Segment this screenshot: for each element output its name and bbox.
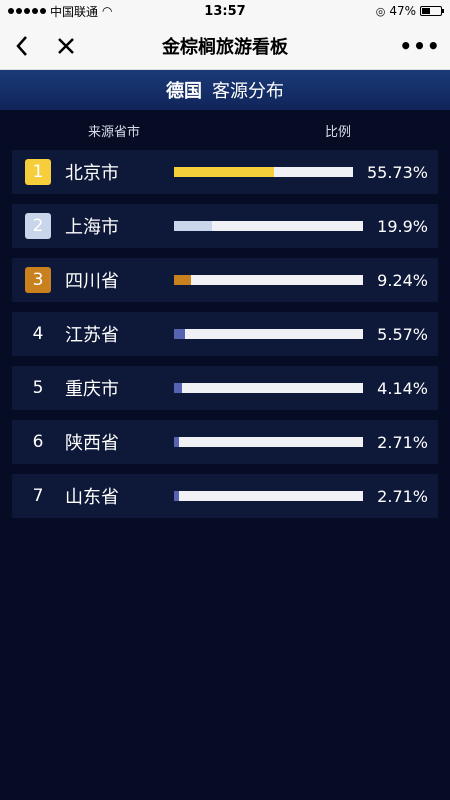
close-icon <box>58 37 74 54</box>
signal-icon <box>8 8 46 14</box>
city-name: 上海市 <box>65 217 119 238</box>
city-name: 四川省 <box>65 271 119 292</box>
rank-badge: 5 <box>32 378 44 398</box>
more-button[interactable]: ••• <box>398 24 442 68</box>
city-name: 江苏省 <box>65 325 119 346</box>
ratio-value: 2.71% <box>377 432 428 452</box>
section-header: 德国 客源分布 <box>0 70 450 110</box>
rank-badge: 4 <box>32 324 44 344</box>
rank-badge: 1 <box>25 159 51 185</box>
ratio-bar <box>174 383 363 393</box>
city-name: 重庆市 <box>65 379 119 400</box>
ratio-value: 19.9% <box>377 216 428 236</box>
rank-badge: 2 <box>25 213 51 239</box>
more-icon: ••• <box>399 33 441 58</box>
ratio-value: 5.57% <box>377 324 428 344</box>
status-bar: 中国联通 ◠ 13:57 ◎ 47% <box>0 0 450 22</box>
nav-bar: 金棕榈旅游看板 ••• <box>0 22 450 70</box>
ratio-bar-fill <box>174 491 180 501</box>
ratio-value: 4.14% <box>377 378 428 398</box>
city-name: 北京市 <box>65 163 119 184</box>
ratio-bar-fill <box>174 275 192 285</box>
orientation-lock-icon: ◎ <box>375 4 386 18</box>
chevron-left-icon <box>16 35 27 56</box>
ratio-bar <box>174 167 353 177</box>
wifi-icon: ◠ <box>102 4 113 18</box>
ratio-value: 2.71% <box>377 486 428 506</box>
column-source: 来源省市 <box>88 124 141 140</box>
ratio-bar-fill <box>174 437 180 447</box>
column-ratio: 比例 <box>325 124 352 140</box>
ratio-value: 55.73% <box>366 162 428 182</box>
city-name: 陕西省 <box>65 433 119 454</box>
ratio-value: 9.24% <box>377 270 428 290</box>
ratio-bar <box>174 491 363 501</box>
list-item[interactable]: 4 江苏省 5.57% <box>12 312 438 356</box>
ratio-bar <box>174 437 363 447</box>
status-left: 中国联通 ◠ <box>8 3 113 20</box>
ratio-bar-fill <box>174 221 212 231</box>
ratio-bar <box>174 221 363 231</box>
list-item[interactable]: 7 山东省 2.71% <box>12 474 438 518</box>
rank-badge: 3 <box>25 267 51 293</box>
list-item[interactable]: 1 北京市 55.73% <box>12 150 438 194</box>
ratio-bar <box>174 275 363 285</box>
rank-badge: 7 <box>32 486 44 506</box>
ratio-bar-fill <box>174 383 182 393</box>
status-right: ◎ 47% <box>375 4 444 18</box>
battery-percent: 47% <box>389 4 416 18</box>
rank-badge: 6 <box>32 432 44 452</box>
list-item[interactable]: 5 重庆市 4.14% <box>12 366 438 410</box>
ranking-list: 1 北京市 55.73% 2 上海市 19.9% 3 四川省 9.24% 4 江苏省 5.57% 5 重庆… <box>0 150 450 518</box>
section-subtitle: 客源分布 <box>212 81 284 102</box>
list-item[interactable]: 6 陕西省 2.71% <box>12 420 438 464</box>
battery-icon <box>420 6 444 16</box>
city-name: 山东省 <box>65 487 119 508</box>
back-button[interactable] <box>0 24 44 68</box>
list-item[interactable]: 3 四川省 9.24% <box>12 258 438 302</box>
ratio-bar <box>174 329 363 339</box>
close-button[interactable] <box>44 24 88 68</box>
list-item[interactable]: 2 上海市 19.9% <box>12 204 438 248</box>
ratio-bar-fill <box>174 167 274 177</box>
carrier-label: 中国联通 <box>50 4 99 19</box>
ratio-bar-fill <box>174 329 185 339</box>
column-headers: 来源省市 比例 <box>0 110 450 150</box>
country-label: 德国 <box>166 81 202 102</box>
